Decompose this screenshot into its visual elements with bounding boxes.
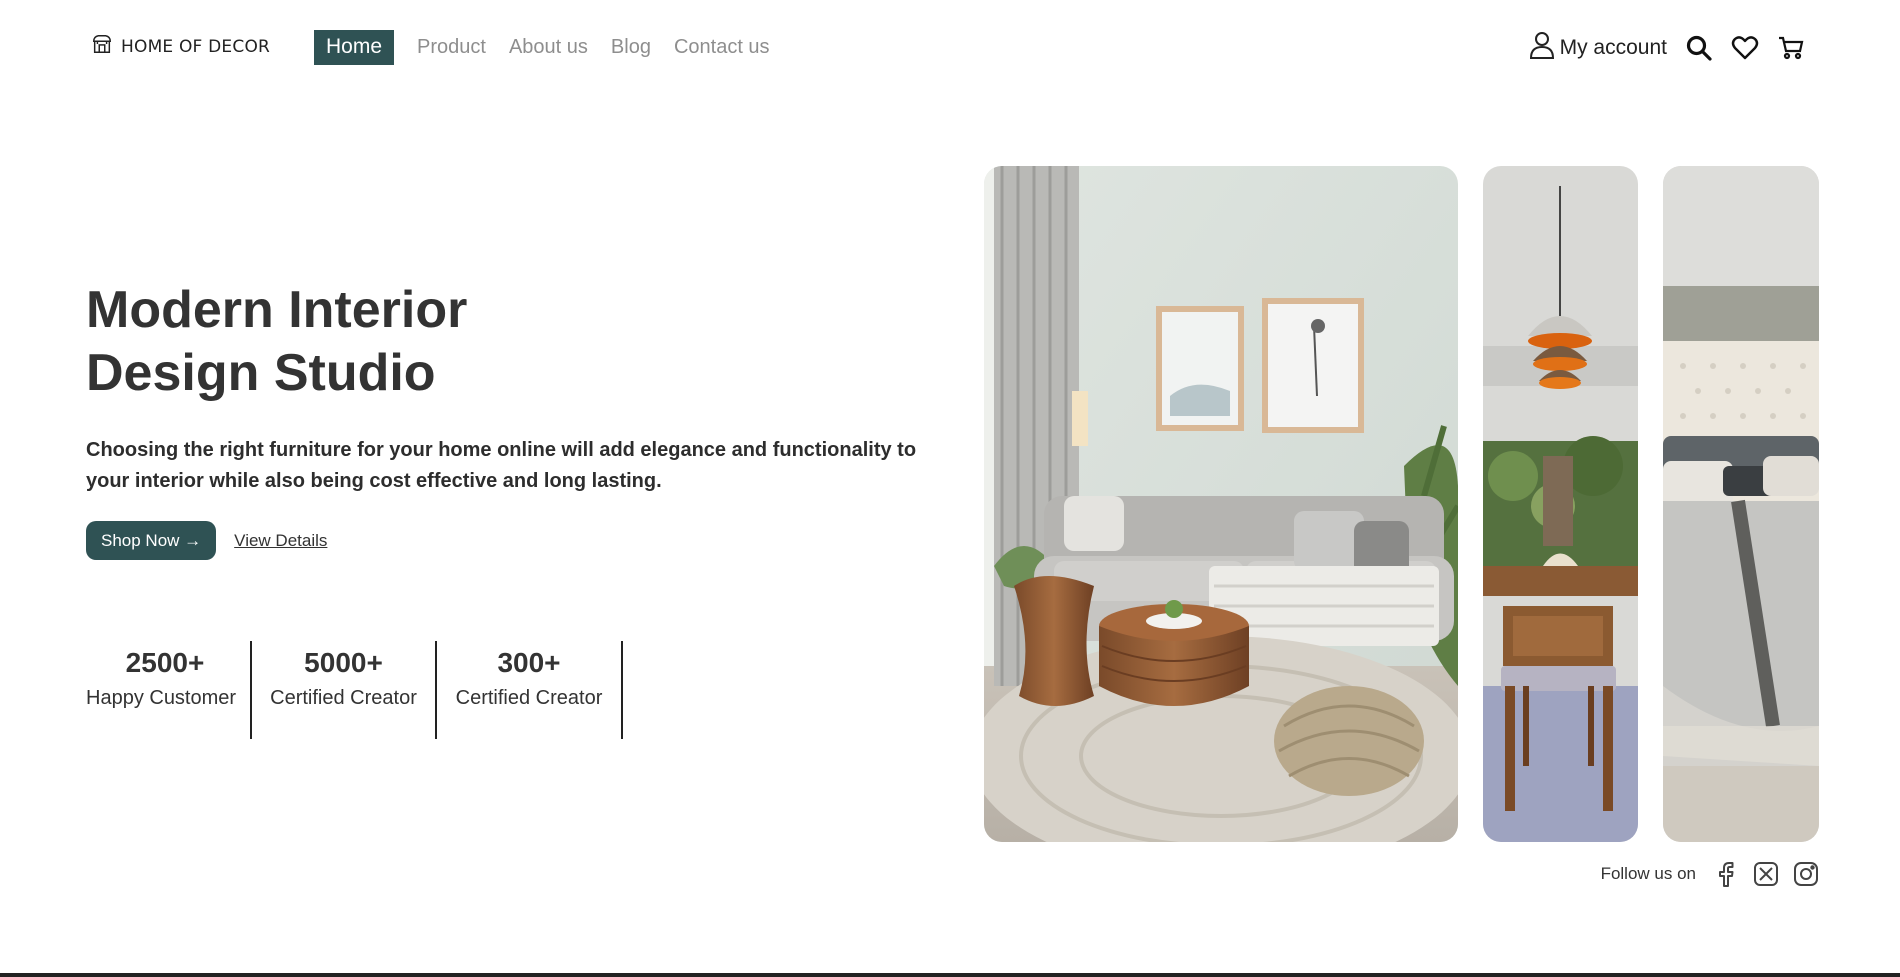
page-bottom-border bbox=[0, 973, 1900, 977]
brand-logo[interactable]: HOME OF DECOR bbox=[91, 33, 270, 60]
brand-name: HOME OF DECOR bbox=[121, 36, 271, 57]
bedroom-photo bbox=[1663, 166, 1819, 842]
stat-label: Certified Creator bbox=[455, 687, 603, 709]
dining-room-photo bbox=[1483, 166, 1638, 842]
nav-product[interactable]: Product bbox=[417, 36, 486, 59]
my-account-label: My account bbox=[1559, 36, 1667, 59]
header-actions: My account bbox=[1528, 30, 1805, 66]
search-icon[interactable] bbox=[1685, 34, 1713, 62]
stat-item: 5000+ Certified Creator bbox=[252, 641, 437, 739]
hero-title-line-1: Modern Interior bbox=[86, 281, 468, 339]
nav-contact-us[interactable]: Contact us bbox=[674, 36, 770, 59]
facebook-icon[interactable] bbox=[1712, 860, 1740, 888]
view-details-link[interactable]: View Details bbox=[234, 531, 327, 551]
main-nav: Home Product About us Blog Contact us bbox=[314, 30, 770, 65]
stat-value: 300+ bbox=[497, 647, 561, 678]
stat-label: Certified Creator bbox=[270, 687, 417, 709]
living-room-photo bbox=[984, 166, 1458, 842]
stat-item: 2500+ Happy Customer bbox=[86, 641, 252, 739]
follow-label: Follow us on bbox=[1600, 864, 1696, 883]
hero-actions: Shop Now → View Details bbox=[86, 521, 327, 560]
cart-icon[interactable] bbox=[1777, 35, 1805, 61]
nav-about-us[interactable]: About us bbox=[509, 36, 588, 59]
hero-description: Choosing the right furniture for your ho… bbox=[86, 439, 917, 492]
stat-item: 300+ Certified Creator bbox=[437, 641, 623, 739]
nav-blog[interactable]: Blog bbox=[611, 36, 651, 59]
my-account-link[interactable]: My account bbox=[1528, 30, 1667, 66]
shop-now-button[interactable]: Shop Now → bbox=[86, 521, 217, 560]
nav-home[interactable]: Home bbox=[314, 30, 395, 65]
user-icon bbox=[1528, 30, 1556, 66]
hero-title: Modern Interior Design Studio bbox=[86, 279, 467, 405]
stat-value: 5000+ bbox=[304, 647, 383, 678]
stat-value: 2500+ bbox=[125, 647, 205, 678]
stat-label: Happy Customer bbox=[86, 687, 237, 709]
stats-row: 2500+ Happy Customer 5000+ Certified Cre… bbox=[86, 641, 623, 739]
social-follow: Follow us on bbox=[1601, 860, 1820, 888]
hero-title-line-2: Design Studio bbox=[86, 344, 436, 402]
heart-icon[interactable] bbox=[1731, 35, 1759, 61]
x-twitter-icon[interactable] bbox=[1752, 860, 1780, 888]
instagram-icon[interactable] bbox=[1792, 860, 1820, 888]
storefront-icon bbox=[91, 33, 113, 60]
site-header: HOME OF DECOR Home Product About us Blog… bbox=[0, 0, 1900, 95]
